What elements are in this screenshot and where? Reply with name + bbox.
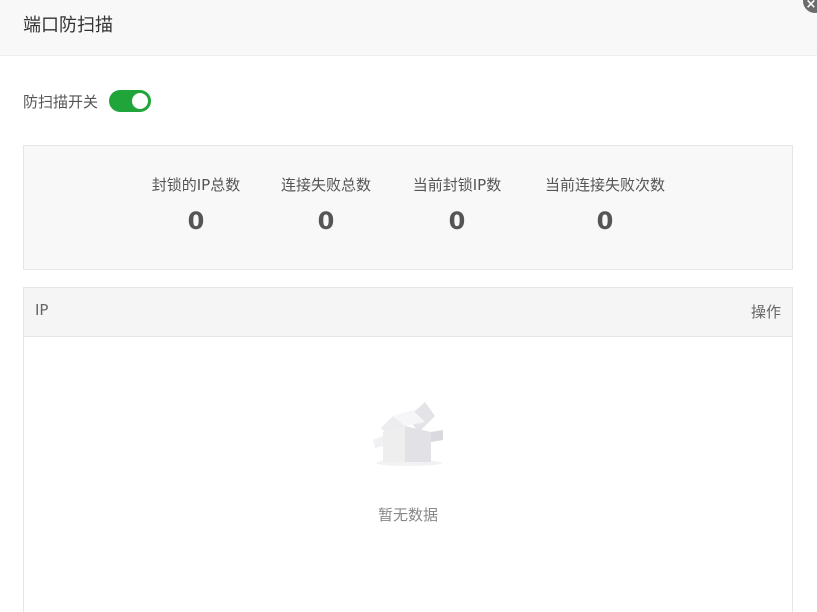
empty-box-icon (373, 402, 443, 466)
stat-connection-failed-total: 连接失败总数 0 (276, 174, 376, 236)
stat-label: 当前封锁IP数 (412, 176, 502, 194)
stat-label: 连接失败总数 (280, 176, 371, 194)
stat-value: 0 (596, 207, 614, 235)
close-button[interactable]: × (803, 0, 817, 13)
stat-value: 0 (448, 207, 466, 235)
stat-label: 封锁的IP总数 (151, 176, 241, 194)
stat-current-blocked-ip: 当前封锁IP数 0 (407, 174, 507, 236)
stat-label: 当前连接失败次数 (544, 176, 665, 194)
stat-value: 0 (187, 207, 205, 235)
column-header-actions: 操作 (750, 303, 781, 321)
dialog-header: 端口防扫描 (0, 0, 817, 56)
toggle-knob (132, 93, 149, 109)
empty-state-text: 暂无数据 (377, 506, 438, 524)
close-icon: × (805, 0, 817, 12)
column-header-ip[interactable]: IP (35, 301, 48, 319)
scan-switch-row: 防扫描开关 (23, 89, 152, 113)
blocked-ip-table: IP 操作 暂无数据 (23, 287, 793, 612)
stat-current-connection-failed: 当前连接失败次数 0 (538, 174, 672, 236)
scan-protection-toggle[interactable] (109, 90, 152, 112)
table-header: IP 操作 (24, 288, 792, 337)
scan-switch-label: 防扫描开关 (23, 92, 99, 111)
port-scan-dialog: 端口防扫描 × 防扫描开关 封锁的IP总数 0 连接失败总数 0 当前封锁IP数… (0, 0, 817, 612)
dialog-title: 端口防扫描 (23, 15, 113, 36)
stat-value: 0 (317, 207, 335, 235)
stat-blocked-ip-total: 封锁的IP总数 0 (146, 174, 246, 236)
stats-panel: 封锁的IP总数 0 连接失败总数 0 当前封锁IP数 0 当前连接失败次数 0 (23, 145, 793, 270)
